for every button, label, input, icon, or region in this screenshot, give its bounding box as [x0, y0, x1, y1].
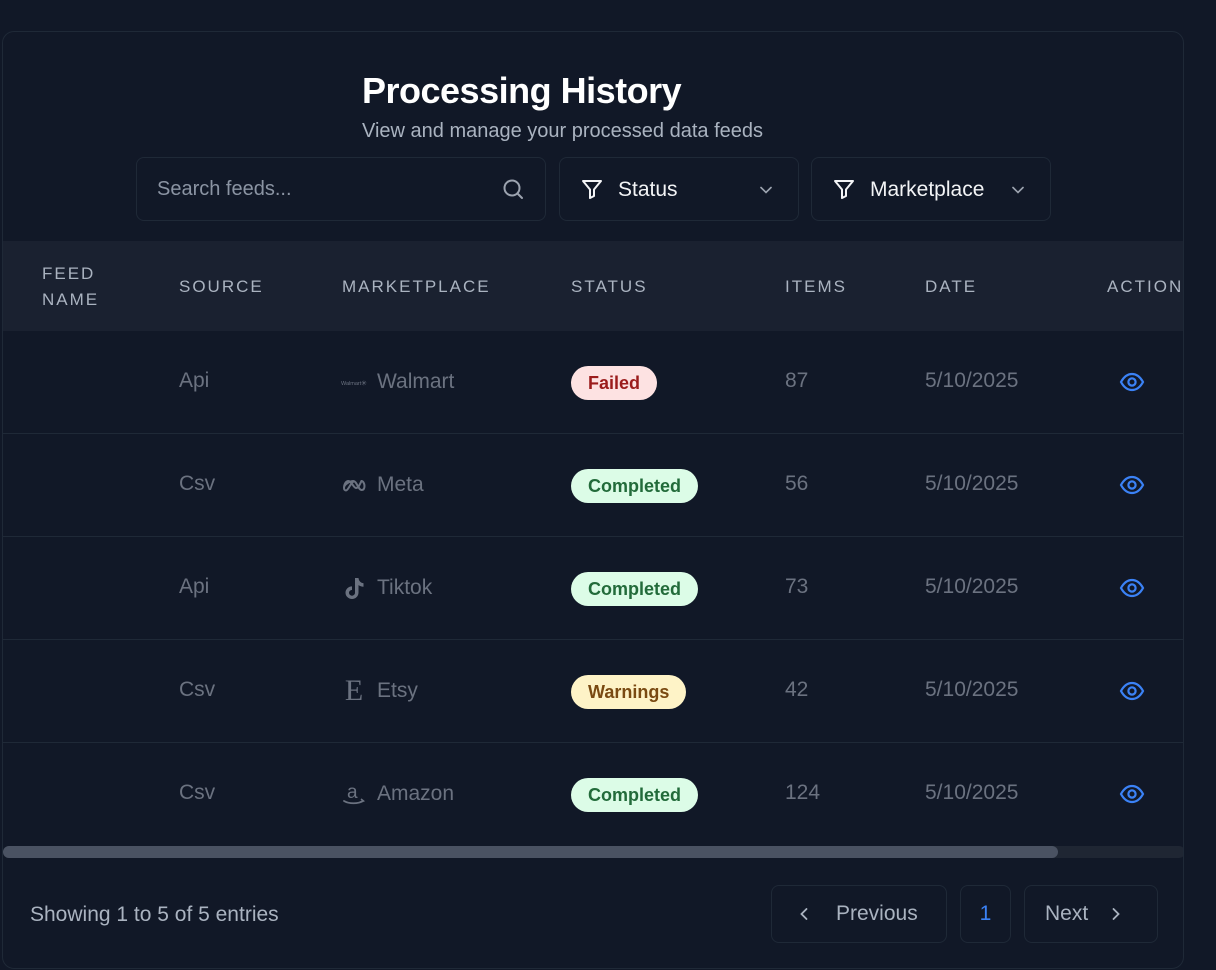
status-badge: Completed	[571, 778, 699, 812]
amazon-logo-icon: a	[341, 781, 367, 807]
items-cell: 56	[785, 472, 809, 495]
page-title: Processing History	[362, 70, 682, 111]
marketplace-name: Meta	[377, 473, 424, 496]
svg-text:Walmart: Walmart	[341, 381, 362, 387]
items-cell: 87	[785, 369, 809, 392]
marketplace-name: Etsy	[377, 679, 418, 702]
marketplace-name: Tiktok	[377, 576, 433, 599]
scrollbar-thumb[interactable]	[3, 846, 1058, 858]
source-cell: Api	[179, 575, 210, 598]
date-cell: 5/10/2025	[925, 369, 1019, 392]
search-icon[interactable]	[501, 177, 525, 201]
date-cell: 5/10/2025	[925, 678, 1019, 701]
eye-icon[interactable]	[1119, 474, 1145, 496]
table-row: Csv E Etsy Warnings 42 5/10/2025	[3, 640, 1183, 743]
status-badge: Completed	[571, 469, 699, 503]
table-header: Feed Name Source Marketplace Status Item…	[3, 241, 1184, 331]
svg-text:✳: ✳	[361, 380, 367, 388]
source-cell: Csv	[179, 781, 216, 804]
filter-icon	[834, 180, 854, 199]
marketplace-filter-dropdown[interactable]: Marketplace	[811, 157, 1051, 221]
chevron-right-icon	[1112, 908, 1120, 920]
next-button[interactable]: Next	[1024, 885, 1158, 943]
eye-icon[interactable]	[1119, 783, 1145, 805]
column-header-feed-name-line2: Name	[42, 290, 100, 309]
marketplace-cell: Tiktok	[341, 575, 432, 601]
horizontal-scrollbar[interactable]	[3, 846, 1183, 858]
column-header-feed-name[interactable]: Feed Name	[42, 261, 99, 313]
items-cell: 124	[785, 781, 821, 804]
column-header-date[interactable]: Date	[925, 274, 977, 300]
date-cell: 5/10/2025	[925, 575, 1019, 598]
date-cell: 5/10/2025	[925, 781, 1019, 804]
status-badge: Warnings	[571, 675, 687, 709]
status-filter-dropdown[interactable]: Status	[559, 157, 799, 221]
entries-summary: Showing 1 to 5 of 5 entries	[30, 903, 279, 926]
chevron-down-icon	[1012, 186, 1024, 194]
status-badge: Failed	[571, 366, 658, 400]
page-subtitle: View and manage your processed data feed…	[362, 120, 764, 142]
items-cell: 73	[785, 575, 809, 598]
marketplace-name: Walmart	[377, 370, 455, 393]
eye-icon[interactable]	[1119, 680, 1145, 702]
previous-button[interactable]: Previous	[771, 885, 947, 943]
chevron-left-icon	[800, 908, 808, 920]
source-cell: Csv	[179, 472, 216, 495]
source-cell: Api	[179, 369, 210, 392]
chevron-down-icon	[760, 186, 772, 194]
table-row: Api Walmart ✳ Walmart Failed 87 5/10/2025	[3, 331, 1183, 434]
items-cell: 42	[785, 678, 809, 701]
marketplace-cell: E Etsy	[341, 674, 418, 707]
page-button-1[interactable]: 1	[960, 885, 1011, 943]
next-label: Next	[1045, 902, 1089, 925]
previous-label: Previous	[836, 902, 918, 925]
marketplace-name: Amazon	[377, 782, 455, 805]
walmart-logo-icon: Walmart ✳	[341, 369, 367, 395]
column-header-status[interactable]: Status	[571, 274, 648, 300]
marketplace-cell: a Amazon	[341, 781, 454, 807]
table-row: Csv Meta Completed 56 5/10/2025	[3, 434, 1183, 537]
date-cell: 5/10/2025	[925, 472, 1019, 495]
filter-icon	[582, 180, 602, 199]
svg-text:a: a	[347, 782, 358, 803]
marketplace-filter-label: Marketplace	[870, 178, 985, 201]
processing-history-card: Processing History View and manage your …	[2, 31, 1184, 969]
marketplace-cell: Meta	[341, 472, 424, 498]
meta-logo-icon	[341, 472, 367, 498]
column-header-marketplace[interactable]: Marketplace	[342, 274, 491, 300]
eye-icon[interactable]	[1119, 577, 1145, 599]
search-box	[136, 157, 546, 221]
eye-icon[interactable]	[1119, 371, 1145, 393]
status-filter-label: Status	[618, 178, 678, 201]
column-header-items[interactable]: Items	[785, 274, 847, 300]
status-badge: Completed	[571, 572, 699, 606]
source-cell: Csv	[179, 678, 216, 701]
search-input[interactable]	[137, 158, 545, 220]
column-header-source[interactable]: Source	[179, 274, 264, 300]
marketplace-cell: Walmart ✳ Walmart	[341, 369, 454, 395]
tiktok-logo-icon	[341, 575, 367, 601]
table-row: Csv a Amazon Completed 124 5/10/2025	[3, 743, 1183, 846]
column-header-actions: Action	[1107, 277, 1184, 296]
column-header-feed-name-line1: Feed	[42, 264, 96, 283]
table-row: Api Tiktok Completed 73 5/10/2025	[3, 537, 1183, 640]
etsy-logo-icon: E	[344, 674, 364, 707]
